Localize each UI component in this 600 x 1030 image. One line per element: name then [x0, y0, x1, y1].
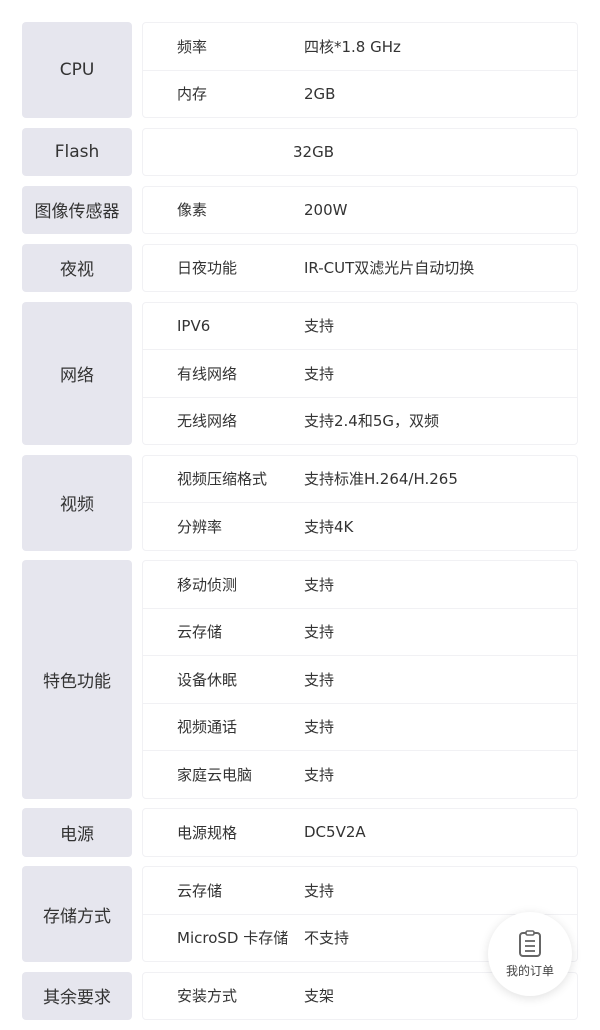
- spec-key: 有线网络: [177, 364, 238, 383]
- spec-key: 电源规格: [177, 823, 238, 842]
- spec-row: 频率 四核*1.8 GHz: [143, 23, 577, 70]
- group-label: CPU: [22, 22, 132, 118]
- group-panel: 移动侦测 支持 云存储 支持 设备休眠 支持 视频通话 支持 家庭云电脑 支持: [142, 560, 578, 799]
- group-label: 其余要求: [22, 971, 132, 1020]
- spec-key: 日夜功能: [177, 259, 238, 278]
- spec-key: 视频通话: [177, 718, 238, 737]
- spec-row: 移动侦测 支持: [143, 561, 577, 608]
- spec-value: 支持: [304, 765, 335, 784]
- group-panel: 像素 200W: [142, 185, 578, 234]
- spec-value: 支持4K: [304, 517, 354, 536]
- spec-key: 安装方式: [177, 987, 238, 1006]
- spec-row: 有线网络 支持: [143, 349, 577, 397]
- spec-key: 像素: [177, 201, 208, 220]
- spec-group: 电源 电源规格 DC5V2A: [22, 808, 578, 857]
- spec-key: 家庭云电脑: [177, 765, 253, 784]
- spec-value: 支持: [304, 670, 335, 689]
- spec-group: Flash 32GB: [22, 127, 578, 176]
- spec-key: 云存储: [177, 623, 223, 642]
- spec-group: 特色功能 移动侦测 支持 云存储 支持 设备休眠 支持 视频通话 支持 家庭云电脑 支持: [22, 560, 578, 799]
- spec-value: 支持: [304, 317, 335, 336]
- spec-value: 32GB: [293, 142, 335, 161]
- spec-row: 电源规格 DC5V2A: [143, 809, 577, 856]
- group-panel: IPV6 支持 有线网络 支持 无线网络 支持2.4和5G，双频: [142, 301, 578, 445]
- spec-value: 2GB: [304, 84, 336, 103]
- spec-row: 视频通话 支持: [143, 702, 577, 751]
- group-label: 图像传感器: [22, 185, 132, 234]
- spec-key: MicroSD 卡存储: [177, 929, 289, 948]
- spec-value: 支持: [304, 575, 335, 594]
- spec-group: 夜视 日夜功能 IR-CUT双滤光片自动切换: [22, 243, 578, 292]
- spec-group: 图像传感器 像素 200W: [22, 185, 578, 234]
- spec-row: 云存储 支持: [143, 607, 577, 656]
- spec-group: CPU 频率 四核*1.8 GHz 内存 2GB: [22, 22, 578, 118]
- group-panel: 日夜功能 IR-CUT双滤光片自动切换: [142, 243, 578, 292]
- group-label: 电源: [22, 808, 132, 857]
- spec-key: 云存储: [177, 881, 223, 900]
- spec-key: 内存: [177, 85, 208, 104]
- spec-key: 分辨率: [177, 517, 223, 536]
- spec-key: 设备休眠: [177, 670, 238, 689]
- spec-group: 视频 视频压缩格式 支持标准H.264/H.265 分辨率 支持4K: [22, 454, 578, 551]
- group-panel: 频率 四核*1.8 GHz 内存 2GB: [142, 22, 578, 118]
- group-label: 视频: [22, 454, 132, 551]
- spec-value: 支持: [304, 623, 335, 642]
- my-orders-button[interactable]: 我的订单: [488, 912, 572, 996]
- spec-row: 无线网络 支持2.4和5G，双频: [143, 396, 577, 445]
- spec-row: 家庭云电脑 支持: [143, 750, 577, 798]
- spec-row: 视频压缩格式 支持标准H.264/H.265: [143, 456, 577, 503]
- spec-key: IPV6: [177, 316, 211, 335]
- spec-value: 支持: [304, 718, 335, 737]
- group-label: 夜视: [22, 243, 132, 292]
- group-panel: 视频压缩格式 支持标准H.264/H.265 分辨率 支持4K: [142, 454, 578, 551]
- spec-value: 支持2.4和5G，双频: [304, 412, 440, 431]
- spec-row: 32GB: [143, 129, 577, 176]
- spec-value: 支持: [304, 881, 335, 900]
- spec-row: 云存储 支持: [143, 867, 577, 914]
- spec-row: 分辨率 支持4K: [143, 502, 577, 550]
- spec-value: 四核*1.8 GHz: [304, 37, 401, 56]
- spec-value: 200W: [304, 200, 348, 219]
- spec-key: 无线网络: [177, 412, 238, 431]
- spec-value: IR-CUT双滤光片自动切换: [304, 259, 475, 278]
- spec-value: 支持标准H.264/H.265: [304, 470, 458, 489]
- clipboard-icon: [519, 929, 541, 957]
- group-label: Flash: [22, 127, 132, 176]
- spec-value: 支持: [304, 364, 335, 383]
- spec-row: 像素 200W: [143, 187, 577, 234]
- spec-key: 移动侦测: [177, 575, 238, 594]
- spec-row: 日夜功能 IR-CUT双滤光片自动切换: [143, 245, 577, 292]
- group-label: 存储方式: [22, 866, 132, 962]
- group-label: 网络: [22, 301, 132, 445]
- spec-key: 频率: [177, 37, 208, 56]
- spec-row: 设备休眠 支持: [143, 655, 577, 703]
- spec-row: IPV6 支持: [143, 303, 577, 350]
- spec-key: 视频压缩格式: [177, 470, 268, 489]
- spec-group: 其余要求 安装方式 支架: [22, 971, 578, 1020]
- spec-value: DC5V2A: [304, 823, 366, 842]
- spec-row: 内存 2GB: [143, 69, 577, 118]
- my-orders-label: 我的订单: [505, 963, 554, 978]
- spec-group: 网络 IPV6 支持 有线网络 支持 无线网络 支持2.4和5G，双频: [22, 301, 578, 445]
- group-panel: 电源规格 DC5V2A: [142, 808, 578, 857]
- spec-table: CPU 频率 四核*1.8 GHz 内存 2GB Flash 32GB 图像传感器 像素 200W…: [22, 22, 578, 1030]
- group-panel: 32GB: [142, 127, 578, 176]
- group-label: 特色功能: [22, 560, 132, 799]
